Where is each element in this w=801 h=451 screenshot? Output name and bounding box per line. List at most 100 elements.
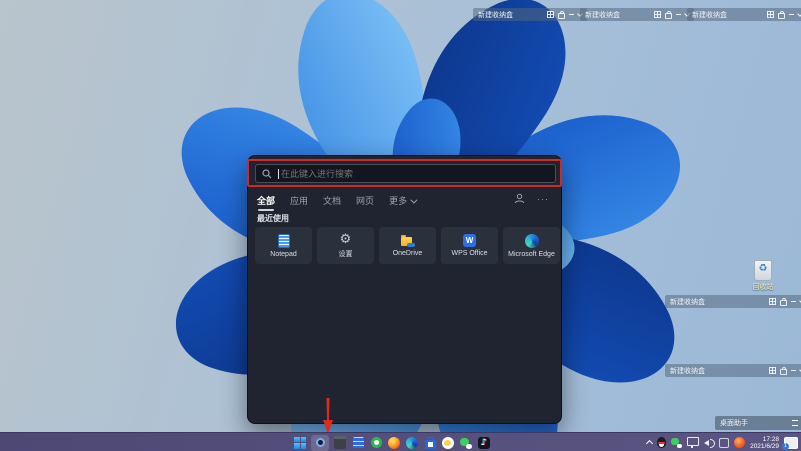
- app-label: Notepad: [270, 251, 296, 258]
- organizer-box-header[interactable]: 新建收纳盒: [665, 364, 801, 377]
- grid-icon[interactable]: [769, 367, 776, 374]
- taskbar-app-documents[interactable]: [351, 436, 365, 450]
- task-view-icon: [334, 436, 346, 449]
- grid-icon[interactable]: [654, 11, 661, 18]
- desktop-assistant-bar[interactable]: 桌面助手: [715, 416, 801, 430]
- organizer-box-header[interactable]: 新建收纳盒: [473, 8, 587, 21]
- settings-gear-icon: ⚙: [340, 233, 352, 246]
- minimize-icon[interactable]: [569, 14, 574, 15]
- organizer-box-title: 新建收纳盒: [670, 297, 705, 307]
- lock-icon[interactable]: [558, 13, 565, 19]
- desktop-assistant-label: 桌面助手: [720, 418, 748, 428]
- onedrive-icon: [401, 235, 415, 247]
- documents-icon: [353, 437, 364, 448]
- notification-center-button[interactable]: 1: [784, 437, 798, 449]
- taskbar: ♪ 17:28 2021/6/29 1: [0, 432, 801, 451]
- clock-time: 17:28: [763, 436, 779, 443]
- recent-apps: Notepad ⚙ 设置 OneDrive W WPS Office Micro…: [255, 227, 560, 264]
- tray-expand-chevron-icon[interactable]: [646, 440, 653, 447]
- organizer-box-header[interactable]: 新建收纳盒: [580, 8, 694, 21]
- lock-icon[interactable]: [665, 13, 672, 19]
- more-options-icon[interactable]: ···: [537, 196, 549, 202]
- text-caret: [278, 169, 279, 179]
- app-label: WPS Office: [451, 250, 487, 257]
- menu-icon[interactable]: [792, 420, 798, 426]
- app-tile-edge[interactable]: Microsoft Edge: [503, 227, 560, 264]
- organizer-box-title: 新建收纳盒: [585, 10, 620, 20]
- minimize-icon[interactable]: [789, 14, 794, 15]
- search-icon: [262, 169, 272, 179]
- chevron-down-icon: [410, 197, 417, 204]
- search-box[interactable]: [255, 164, 556, 183]
- tab-more[interactable]: 更多: [389, 194, 415, 207]
- app-label: 设置: [339, 249, 353, 259]
- taskbar-app-firefox[interactable]: [387, 436, 401, 450]
- desktop: 新建收纳盒 新建收纳盒 新建收纳盒 回收站 新建收纳盒 新建收纳盒 桌面助手: [0, 0, 801, 451]
- lock-icon[interactable]: [778, 13, 785, 19]
- edge-icon: [406, 437, 418, 449]
- 360-icon[interactable]: [734, 437, 745, 448]
- grid-icon[interactable]: [767, 11, 774, 18]
- volume-icon[interactable]: [704, 438, 714, 447]
- notepad-icon: [278, 234, 290, 248]
- organizer-box-title: 新建收纳盒: [670, 366, 705, 376]
- taskbar-clock[interactable]: 17:28 2021/6/29: [750, 436, 779, 450]
- recycle-bin-icon: [754, 260, 772, 281]
- taskbar-app-douyin[interactable]: ♪: [477, 436, 491, 450]
- clock-date: 2021/6/29: [750, 443, 779, 450]
- notification-badge: 1: [782, 443, 789, 450]
- taskbar-app-green[interactable]: [369, 436, 383, 450]
- grid-icon[interactable]: [769, 298, 776, 305]
- tab-documents[interactable]: 文档: [323, 194, 341, 207]
- search-icon: [316, 438, 325, 447]
- qq-icon[interactable]: [657, 437, 666, 448]
- app-tile-settings[interactable]: ⚙ 设置: [317, 227, 374, 264]
- search-input[interactable]: [281, 169, 521, 179]
- display-icon[interactable]: [687, 437, 699, 446]
- taskbar-app-wechat[interactable]: [459, 436, 473, 450]
- lock-icon[interactable]: [780, 300, 787, 306]
- organizer-box-header[interactable]: 新建收纳盒: [687, 8, 801, 21]
- organizer-box-title: 新建收纳盒: [692, 10, 727, 20]
- wechat-icon: [460, 437, 472, 449]
- taskbar-search-button[interactable]: [311, 435, 329, 451]
- account-icon[interactable]: [514, 193, 525, 204]
- taskbar-app-window[interactable]: [333, 436, 347, 450]
- microsoft-store-icon: [425, 440, 436, 449]
- start-button[interactable]: [293, 436, 307, 450]
- lock-icon[interactable]: [780, 369, 787, 375]
- app-tile-notepad[interactable]: Notepad: [255, 227, 312, 264]
- organizer-box-title: 新建收纳盒: [478, 10, 513, 20]
- app-tile-onedrive[interactable]: OneDrive: [379, 227, 436, 264]
- taskbar-app-store[interactable]: [423, 436, 437, 450]
- chevron-down-icon[interactable]: [797, 11, 801, 17]
- windows-start-icon: [294, 437, 306, 449]
- minimize-icon[interactable]: [791, 301, 796, 302]
- wechat-icon[interactable]: [671, 438, 682, 448]
- green-app-icon: [371, 437, 382, 448]
- system-tray: 17:28 2021/6/29 1: [647, 433, 798, 451]
- grid-icon[interactable]: [547, 11, 554, 18]
- edge-icon: [525, 234, 539, 248]
- search-panel: 全部 应用 文档 网页 更多 ··· 最近使用 Notepad ⚙ 设置: [247, 155, 562, 424]
- ime-icon[interactable]: [719, 438, 729, 448]
- minimize-icon[interactable]: [676, 14, 681, 15]
- yellow-app-icon: [442, 437, 454, 449]
- app-tile-wps[interactable]: W WPS Office: [441, 227, 498, 264]
- recycle-bin-label: 回收站: [750, 282, 776, 292]
- minimize-icon[interactable]: [791, 370, 796, 371]
- tab-web[interactable]: 网页: [356, 194, 374, 207]
- recycle-bin[interactable]: 回收站: [750, 260, 776, 292]
- douyin-icon: ♪: [478, 437, 490, 449]
- taskbar-app-edge[interactable]: [405, 436, 419, 450]
- tab-apps[interactable]: 应用: [290, 194, 308, 207]
- tab-all[interactable]: 全部: [257, 194, 275, 207]
- taskbar-app-yellow[interactable]: [441, 436, 455, 450]
- annotation-arrow: [321, 398, 335, 434]
- wps-icon: W: [463, 234, 476, 247]
- section-title: 最近使用: [257, 213, 289, 224]
- search-filter-tabs: 全部 应用 文档 网页 更多: [257, 194, 415, 207]
- organizer-box-header[interactable]: 新建收纳盒: [665, 295, 801, 308]
- app-label: Microsoft Edge: [508, 251, 555, 258]
- taskbar-center-icons: ♪: [293, 434, 491, 451]
